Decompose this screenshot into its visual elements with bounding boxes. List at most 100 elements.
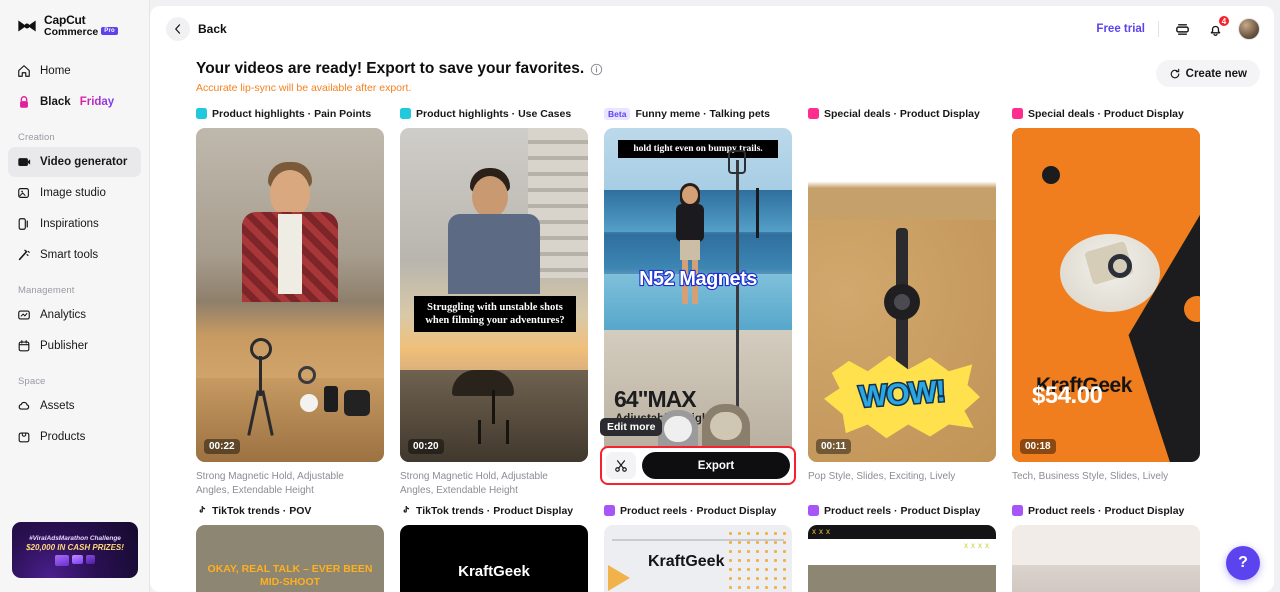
sidebar-item-inspirations[interactable]: Inspirations (8, 209, 141, 239)
promo-banner[interactable]: #ViralAdsMarathon Challenge $20,000 IN C… (12, 522, 138, 578)
video-card-1: Product highlights · Pain Points 00:22 S… (196, 106, 384, 497)
sidebar-item-video-generator[interactable]: Video generator (8, 146, 141, 177)
product-reels-icon (604, 505, 615, 516)
notification-bell-icon[interactable]: 4 (1205, 15, 1230, 39)
card-title-10: Product reels · Product Display (1028, 504, 1185, 517)
card-title-6: TikTok trends · POV (212, 504, 312, 517)
card-title-1: Product highlights · Pain Points (212, 107, 372, 120)
video-thumbnail-5[interactable]: KraftGeek $54.00 00:18 (1012, 128, 1200, 462)
video-card-10: Product reels · Product Display (1012, 503, 1200, 592)
card-title-9: Product reels · Product Display (824, 504, 981, 517)
back-button[interactable]: Back (166, 17, 227, 41)
thumbnail-mid-caption-3: N52 Magnets (638, 267, 759, 291)
card-title-2: Product highlights · Use Cases (416, 107, 572, 120)
info-icon[interactable] (590, 63, 603, 76)
sidebar-item-label-home: Home (40, 64, 71, 77)
help-icon: ? (1238, 554, 1248, 571)
video-thumbnail-4[interactable]: WOW! 00:11 (808, 128, 996, 462)
sidebar-item-products[interactable]: Products (8, 422, 141, 452)
video-thumbnail-2[interactable]: Struggling with unstable shots when film… (400, 128, 588, 462)
main-panel: Back Free trial 4 Your videos are ready!… (150, 6, 1274, 592)
product-reels-icon (1012, 505, 1023, 516)
sidebar-item-label-friday: Friday (79, 95, 115, 108)
sidebar-item-home[interactable]: Home (8, 56, 141, 86)
topbar: Back Free trial 4 (150, 6, 1274, 52)
card-title-3: Funny meme · Talking pets (635, 107, 771, 120)
sidebar-item-black-friday[interactable]: Black Friday (8, 87, 141, 117)
sidebar-item-assets[interactable]: Assets (8, 391, 141, 421)
brand-logo-block[interactable]: CapCut Commerce Pro (0, 0, 149, 38)
card-caption-5: Tech, Business Style, Slides, Lively (1012, 471, 1169, 482)
export-action-bar: Export (600, 446, 796, 485)
thumbnail-big-caption-3: 64"MAX (614, 386, 697, 412)
video-thumbnail-1[interactable]: 00:22 (196, 128, 384, 462)
pro-badge: Pro (101, 26, 118, 36)
lock-icon (16, 94, 31, 109)
video-card-4: Special deals · Product Display WOW! 00:… (808, 106, 996, 497)
video-grid-row1: Product highlights · Pain Points 00:22 S… (150, 94, 1274, 497)
duration-badge-4: 00:11 (816, 439, 852, 454)
sidebar-item-label-smart-tools: Smart tools (40, 248, 99, 261)
tiktok-icon (196, 505, 207, 516)
card-header-10: Product reels · Product Display (1012, 503, 1200, 518)
card-title-4: Special deals · Product Display (824, 107, 980, 120)
card-header-7: TikTok trends · Product Display (400, 503, 588, 518)
duration-badge-5: 00:18 (1020, 439, 1056, 454)
print-icon[interactable] (1172, 19, 1192, 39)
video-thumbnail-9[interactable]: xxx xxxx (808, 525, 996, 592)
create-new-button[interactable]: Create new (1155, 60, 1260, 87)
free-trial-link[interactable]: Free trial (1096, 23, 1145, 35)
capcut-logo-icon (16, 18, 38, 34)
sidebar-item-label-products: Products (40, 430, 86, 443)
video-thumbnail-10[interactable] (1012, 525, 1200, 592)
beta-badge: Beta (604, 107, 631, 120)
sidebar-item-smart-tools[interactable]: Smart tools (8, 240, 141, 270)
sidebar-item-label-inspirations: Inspirations (40, 217, 99, 230)
sidebar-nav: Home Black Friday Creation Video generat… (0, 56, 149, 453)
image-icon (16, 185, 31, 200)
sidebar-item-image-studio[interactable]: Image studio (8, 178, 141, 208)
video-thumbnail-3[interactable]: hold tight even on bumpy trails. N52 Mag… (604, 128, 792, 462)
notification-badge: 4 (1218, 15, 1230, 27)
edit-more-tooltip: Edit more (600, 418, 663, 436)
home-icon (16, 63, 31, 78)
analytics-icon (16, 307, 31, 322)
help-button[interactable]: ? (1226, 546, 1260, 580)
video-thumbnail-6[interactable]: OKAY, REAL TALK – EVER BEEN MID-SHOOT (196, 525, 384, 592)
video-card-3: Beta Funny meme · Talking pets hold tigh… (600, 106, 796, 497)
thumbnail-top-caption-3: hold tight even on bumpy trails. (618, 140, 778, 158)
scissors-icon[interactable] (606, 452, 636, 479)
thumbnail-caption-6: OKAY, REAL TALK – EVER BEEN MID-SHOOT (207, 563, 373, 589)
avatar[interactable] (1238, 18, 1260, 40)
product-reels-icon (808, 505, 819, 516)
video-thumbnail-7[interactable]: KraftGeek (400, 525, 588, 592)
page-subtitle: Accurate lip-sync will be available afte… (196, 82, 412, 94)
video-thumbnail-8[interactable]: KraftGeek (604, 525, 792, 592)
sidebar: CapCut Commerce Pro Home Black Friday Cr… (0, 0, 150, 592)
card-caption-2: Strong Magnetic Hold, Adjustable Angles,… (400, 471, 548, 496)
duration-badge-2: 00:20 (408, 439, 444, 454)
product-highlights-icon (196, 108, 207, 119)
headline-row: Your videos are ready! Export to save yo… (150, 52, 1274, 94)
card-header-3: Beta Funny meme · Talking pets (604, 106, 792, 121)
card-header-5: Special deals · Product Display (1012, 106, 1200, 121)
sidebar-item-publisher[interactable]: Publisher (8, 331, 141, 361)
sidebar-section-creation: Creation (18, 131, 55, 143)
video-icon (16, 154, 31, 169)
topbar-right: Free trial 4 (1096, 15, 1260, 40)
card-caption-1: Strong Magnetic Hold, Adjustable Angles,… (196, 471, 344, 496)
card-header-2: Product highlights · Use Cases (400, 106, 588, 121)
sidebar-item-analytics[interactable]: Analytics (8, 300, 141, 330)
thumbnail-subtitle-2: Struggling with unstable shots when film… (414, 296, 576, 333)
thumbnail-price-5: $54.00 (1032, 382, 1103, 409)
sidebar-section-management: Management (18, 284, 75, 296)
promo-artwork (55, 554, 95, 566)
export-button[interactable]: Export (642, 452, 790, 479)
divider (1158, 21, 1159, 37)
card-title-5: Special deals · Product Display (1028, 107, 1184, 120)
main-wrapper: Back Free trial 4 Your videos are ready!… (150, 0, 1280, 592)
sidebar-section-space: Space (18, 375, 46, 387)
video-card-6: TikTok trends · POV OKAY, REAL TALK – EV… (196, 503, 384, 592)
brand-line1: CapCut (44, 13, 86, 27)
video-grid-row2: TikTok trends · POV OKAY, REAL TALK – EV… (150, 497, 1274, 592)
